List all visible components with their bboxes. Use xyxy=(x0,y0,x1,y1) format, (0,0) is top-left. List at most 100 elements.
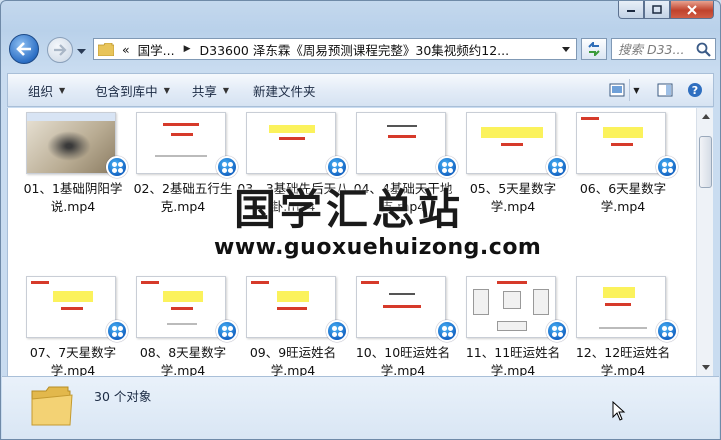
video-thumbnail xyxy=(466,276,556,338)
slide-heading-banner xyxy=(603,127,643,138)
slide-heading-banner xyxy=(163,291,203,302)
breadcrumb-item-parent[interactable]: 国学... xyxy=(138,40,175,59)
address-dropdown-button[interactable] xyxy=(558,41,574,57)
address-bar[interactable]: « 国学... ▶ D33600 泽东霖《周易预测课程完整》30集视频约12..… xyxy=(93,38,577,60)
file-item[interactable]: 11、11旺运姓名学.mp4 xyxy=(454,274,568,376)
slide-subheading xyxy=(277,307,307,310)
search-input[interactable] xyxy=(618,41,696,57)
video-thumbnail xyxy=(136,276,226,338)
preview-pane-icon xyxy=(657,83,673,97)
video-thumbnail xyxy=(576,276,666,338)
file-name: 11、11旺运姓名学.mp4 xyxy=(465,345,561,376)
file-item[interactable]: 05、5天星数字学.mp4 xyxy=(454,110,568,240)
refresh-button[interactable] xyxy=(581,38,607,60)
video-thumbnail xyxy=(576,112,666,174)
breadcrumb-separator-icon[interactable]: ▶ xyxy=(184,44,191,54)
back-button[interactable] xyxy=(9,34,39,64)
new-folder-label: 新建文件夹 xyxy=(253,83,316,99)
video-thumbnail xyxy=(466,112,556,174)
maximize-icon xyxy=(652,5,662,14)
caption-buttons xyxy=(618,1,714,19)
search-icon[interactable] xyxy=(696,42,711,57)
include-in-library-label: 包含到库中 xyxy=(95,83,158,99)
forward-arrow-icon xyxy=(54,44,67,56)
file-item[interactable]: 12、12旺运姓名学.mp4 xyxy=(564,274,678,376)
recent-pages-dropdown[interactable] xyxy=(77,44,86,58)
file-item[interactable]: 07、7天星数字学.mp4 xyxy=(14,274,128,376)
change-view-button[interactable] xyxy=(605,79,629,101)
video-thumbnail xyxy=(136,112,226,174)
slide-logo xyxy=(581,117,599,120)
file-name: 05、5天星数字学.mp4 xyxy=(469,181,557,214)
video-thumbnail xyxy=(356,276,446,338)
diagram-box xyxy=(503,291,521,309)
media-player-badge-icon xyxy=(656,156,678,178)
slide-text-line xyxy=(599,327,647,329)
slide-logo xyxy=(361,281,379,284)
breadcrumb-item-current[interactable]: D33600 泽东霖《周易预测课程完整》30集视频约12... xyxy=(200,40,510,59)
file-item[interactable]: 01、1基础阴阳学说.mp4 xyxy=(14,110,128,240)
preview-pane-button[interactable] xyxy=(653,79,677,101)
file-item[interactable]: 09、9旺运姓名学.mp4 xyxy=(234,274,348,376)
close-button[interactable] xyxy=(670,1,714,19)
file-item[interactable]: 08、8天星数字学.mp4 xyxy=(124,274,238,376)
slide-logo xyxy=(31,281,49,284)
slide-heading-banner xyxy=(481,127,543,138)
slide-heading-banner xyxy=(603,287,635,298)
diagram-box xyxy=(497,321,527,331)
slide-text-line xyxy=(167,323,197,325)
minimize-icon xyxy=(627,9,635,12)
file-item[interactable]: 06、6天星数字学.mp4 xyxy=(564,110,678,240)
file-name: 09、9旺运姓名学.mp4 xyxy=(249,345,337,376)
share-menu[interactable]: 共享 ▼ xyxy=(180,74,239,106)
chevron-down-icon: ▼ xyxy=(59,85,66,95)
file-item[interactable]: 02、2基础五行生克.mp4 xyxy=(124,110,238,240)
slide-heading xyxy=(387,125,417,127)
file-name: 10、10旺运姓名学.mp4 xyxy=(355,345,451,376)
help-button[interactable]: ? xyxy=(683,79,707,101)
file-item[interactable]: 10、10旺运姓名学.mp4 xyxy=(344,274,458,376)
view-tools: ▼ ? xyxy=(605,79,713,101)
forward-button[interactable] xyxy=(47,37,73,63)
organize-menu[interactable]: 组织 ▼ xyxy=(8,74,75,106)
mouse-cursor-icon xyxy=(612,401,626,421)
slide-subheading xyxy=(61,307,83,310)
scroll-up-button[interactable] xyxy=(697,108,714,125)
vertical-scrollbar[interactable] xyxy=(696,108,713,376)
item-count: 30 个对象 xyxy=(94,389,152,404)
maximize-button[interactable] xyxy=(644,1,670,19)
file-name: 06、6天星数字学.mp4 xyxy=(579,181,667,214)
file-name: 07、7天星数字学.mp4 xyxy=(29,345,117,376)
file-name: 01、1基础阴阳学说.mp4 xyxy=(23,181,123,214)
video-thumbnail xyxy=(246,112,336,174)
chevron-down-icon xyxy=(562,46,570,52)
slide-heading xyxy=(497,281,527,284)
slide-subheading xyxy=(611,143,633,146)
diagram-box xyxy=(473,289,489,315)
video-thumbnail xyxy=(356,112,446,174)
file-list-pane[interactable]: 01、1基础阴阳学说.mp4 02、2基础五行生克.mp4 03、3基础先后天八… xyxy=(7,108,696,376)
slide-subheading xyxy=(501,143,523,146)
file-name: 08、8天星数字学.mp4 xyxy=(139,345,227,376)
help-icon: ? xyxy=(688,83,702,97)
scroll-down-button[interactable] xyxy=(697,359,714,376)
search-box[interactable] xyxy=(611,38,716,60)
chevron-down-icon xyxy=(77,49,86,54)
details-pane: 30 个对象 xyxy=(2,376,719,439)
minimize-button[interactable] xyxy=(618,1,644,19)
view-options-dropdown[interactable]: ▼ xyxy=(629,79,643,101)
explorer-window: « 国学... ▶ D33600 泽东霖《周易预测课程完整》30集视频约12..… xyxy=(0,0,721,440)
ink-painting xyxy=(47,131,91,161)
chevron-down-icon: ▼ xyxy=(163,85,170,95)
slide-subheading xyxy=(605,303,631,306)
command-bar: 组织 ▼ 包含到库中 ▼ 共享 ▼ 新建文件夹 ▼ ? xyxy=(7,73,714,107)
navigation-bar: « 国学... ▶ D33600 泽东霖《周易预测课程完整》30集视频约12..… xyxy=(7,34,716,64)
include-in-library-menu[interactable]: 包含到库中 ▼ xyxy=(75,74,180,106)
scrollbar-thumb[interactable] xyxy=(699,136,712,188)
breadcrumb-overflow[interactable]: « xyxy=(122,42,130,57)
slide-logo xyxy=(141,281,159,284)
new-folder-button[interactable]: 新建文件夹 xyxy=(239,74,326,106)
slide-subheading xyxy=(279,137,305,140)
scroll-down-icon xyxy=(701,365,710,370)
slide-subheading xyxy=(383,305,421,308)
